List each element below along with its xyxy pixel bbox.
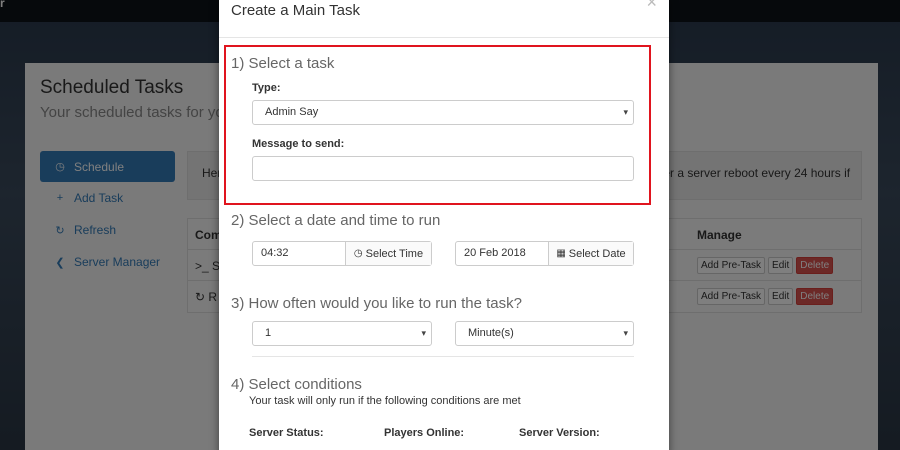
modal-header: Create a Main Task × bbox=[219, 0, 669, 38]
select-time-button[interactable]: ◷ Select Time bbox=[346, 242, 431, 265]
server-version-label: Server Version: bbox=[519, 427, 600, 439]
section-frequency: 3) How often would you like to run the t… bbox=[231, 295, 522, 312]
select-time-label: Select Time bbox=[365, 247, 424, 260]
time-input-group[interactable]: 04:32 ◷ Select Time bbox=[252, 241, 432, 266]
date-input-group[interactable]: 20 Feb 2018 ▦ Select Date bbox=[455, 241, 634, 266]
close-icon[interactable]: × bbox=[646, 0, 657, 13]
calendar-icon: ▦ bbox=[556, 248, 566, 259]
highlight-box bbox=[224, 45, 651, 205]
server-status-label: Server Status: bbox=[249, 427, 324, 439]
interval-select[interactable]: 1 ▾ bbox=[252, 321, 432, 346]
section-conditions: 4) Select conditions bbox=[231, 376, 362, 393]
select-date-button[interactable]: ▦ Select Date bbox=[549, 242, 633, 265]
time-input[interactable]: 04:32 bbox=[253, 242, 346, 265]
modal-title: Create a Main Task bbox=[231, 2, 360, 19]
chevron-down-icon: ▾ bbox=[421, 328, 426, 338]
chevron-down-icon: ▾ bbox=[623, 328, 628, 338]
interval-select-value: 1 bbox=[265, 327, 272, 339]
interval-unit-value: Minute(s) bbox=[468, 327, 514, 339]
divider bbox=[252, 356, 634, 357]
interval-unit-select[interactable]: Minute(s) ▾ bbox=[455, 321, 634, 346]
select-date-label: Select Date bbox=[568, 247, 626, 260]
date-input[interactable]: 20 Feb 2018 bbox=[456, 242, 549, 265]
section-date-time: 2) Select a date and time to run bbox=[231, 212, 441, 229]
conditions-note: Your task will only run if the following… bbox=[249, 395, 521, 407]
clock-icon: ◷ bbox=[353, 248, 363, 259]
players-online-label: Players Online: bbox=[384, 427, 465, 439]
